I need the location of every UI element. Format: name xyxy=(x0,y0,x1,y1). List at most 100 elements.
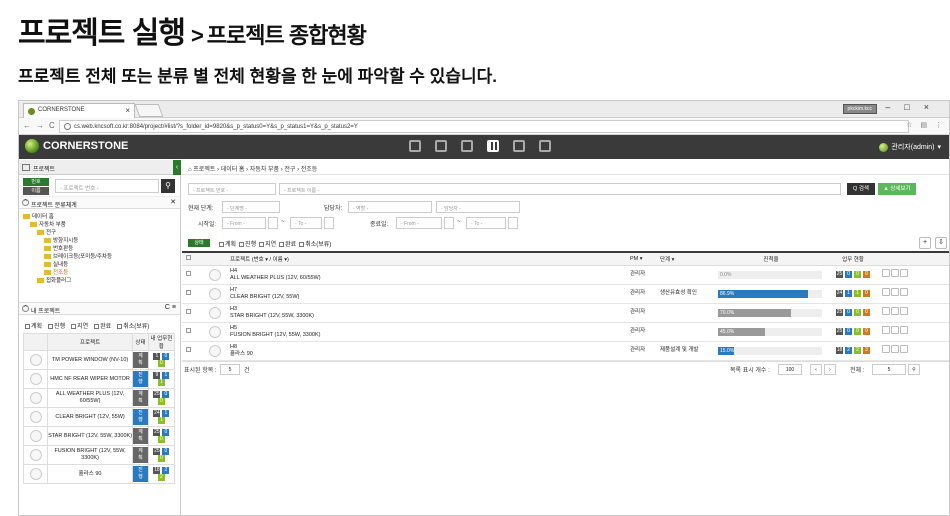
my-project-row[interactable]: TM POWER WINDOW (NV-10) 계획 1 00 xyxy=(23,350,176,370)
work-count[interactable]: 18 xyxy=(153,467,161,474)
manager-input[interactable]: - 담당자 - xyxy=(436,201,520,213)
tree-node[interactable]: 브레이크등(포미등/주차등 xyxy=(23,253,180,261)
tree-node[interactable]: 번호판등 xyxy=(23,245,180,253)
project-number[interactable]: H5 xyxy=(230,325,626,332)
my-project-row[interactable]: 흘라스 90 진행 18 22 xyxy=(23,464,176,484)
folder-icon[interactable] xyxy=(882,269,890,277)
tree-node[interactable]: 전조등 xyxy=(23,269,180,277)
select-all-checkbox[interactable] xyxy=(186,255,191,261)
row-checkbox[interactable] xyxy=(186,270,191,276)
project-name[interactable]: ALL WEATHER PLUS (12V, 60/55W) xyxy=(230,275,626,282)
folder-icon[interactable] xyxy=(882,345,890,353)
table-row[interactable]: H3 STAR BRIGHT (12V, 55W, 3300K) 관리자 70.0% 2… xyxy=(182,303,949,323)
project-number[interactable]: H7 xyxy=(230,287,626,294)
work-count[interactable]: 0 xyxy=(845,328,852,335)
work-count[interactable]: 24 xyxy=(153,410,161,417)
work-count[interactable]: 1 xyxy=(162,410,170,417)
export-button[interactable]: ⇩ xyxy=(935,237,947,249)
work-count[interactable]: 1 xyxy=(162,372,170,379)
stage-input[interactable]: - 단계명 - xyxy=(222,201,280,213)
project-name[interactable]: CLEAR BRIGHT (12V, 55W) xyxy=(230,294,626,301)
page-size-input[interactable]: 100 xyxy=(778,363,802,375)
search-icon[interactable]: ⚲ xyxy=(161,179,175,193)
work-count[interactable]: 0 xyxy=(863,328,870,335)
next-page-button[interactable]: › xyxy=(824,363,836,375)
link-icon[interactable] xyxy=(891,307,899,315)
add-button[interactable]: + xyxy=(919,237,931,249)
work-count[interactable]: 2 xyxy=(845,347,852,354)
row-checkbox[interactable] xyxy=(186,346,191,352)
browser-tab[interactable]: CORNERSTONE × xyxy=(23,103,135,118)
end-from-input[interactable]: - From - xyxy=(396,217,442,229)
calendar-icon[interactable] xyxy=(508,217,518,229)
work-count[interactable]: 0 xyxy=(845,271,852,278)
work-count[interactable]: 18 xyxy=(836,347,843,354)
my-project-row[interactable]: ALL WEATHER PLUS (12V, 60/55W) 계획 25 00 xyxy=(23,388,176,408)
project-grid-icon[interactable] xyxy=(487,140,499,152)
project-name[interactable]: STAR BRIGHT (12V, 55W, 3300K) xyxy=(230,313,626,320)
checkbox-icon[interactable] xyxy=(239,241,245,247)
sidebar-search-input[interactable]: - 프로젝트 번호 - xyxy=(55,179,159,193)
table-row[interactable]: H8 흘라스 90 관리자 제품설계 및 개발 15.0% 18 2 2 3 xyxy=(182,341,949,361)
work-count[interactable]: 1 xyxy=(845,290,852,297)
nav-buttons[interactable]: ←→C xyxy=(23,121,60,130)
row-checkbox[interactable] xyxy=(186,289,191,295)
copy-icon[interactable] xyxy=(900,307,908,315)
my-project-name[interactable]: TM POWER WINDOW (NV-10) xyxy=(46,350,134,370)
zoom-icon[interactable]: ⚲ xyxy=(908,363,920,375)
new-tab-button[interactable] xyxy=(134,104,164,117)
project-number[interactable]: H3 xyxy=(230,306,626,313)
sidebar-collapse-button[interactable]: ‹ xyxy=(173,160,181,175)
project-number[interactable]: H4 xyxy=(230,268,626,275)
status-checkbox[interactable]: 완료 xyxy=(94,323,111,330)
gear-icon[interactable] xyxy=(539,140,551,152)
end-to-input[interactable]: - To - xyxy=(466,217,506,229)
status-checkbox[interactable]: 진행 xyxy=(48,323,65,330)
work-count[interactable]: 25 xyxy=(153,391,161,398)
project-number-input[interactable]: - 프로젝트 번호 - xyxy=(188,183,276,195)
table-row[interactable]: H7 CLEAR BRIGHT (12V, 55W) 관리자 생산유효성 확인 86.9… xyxy=(182,284,949,304)
work-count[interactable]: 25 xyxy=(836,309,843,316)
tree-node[interactable]: 접화플러그 xyxy=(23,277,180,285)
work-count[interactable]: 0 xyxy=(157,360,165,367)
calendar-icon[interactable] xyxy=(268,217,278,229)
tree-node[interactable]: 자동차 부품 xyxy=(23,221,180,229)
start-from-input[interactable]: - From - xyxy=(222,217,266,229)
work-count[interactable]: 2 xyxy=(157,474,165,481)
project-name[interactable]: 흘라스 90 xyxy=(230,351,626,358)
project-name-input[interactable]: - 프로젝트 이름 - xyxy=(279,183,841,195)
my-project-name[interactable]: HMC NF REAR WIPER MOTOR xyxy=(46,369,134,389)
my-project-row[interactable]: HMC NF REAR WIPER MOTOR 진행 9 11 xyxy=(23,369,176,389)
status-checkbox[interactable]: 지연 xyxy=(71,323,88,330)
close-icon[interactable]: ✕ xyxy=(170,198,176,206)
my-project-row[interactable]: CLEAR BRIGHT (12V, 55W) 진행 24 11 xyxy=(23,407,176,427)
link-icon[interactable] xyxy=(891,269,899,277)
work-count[interactable]: 0 xyxy=(157,455,165,462)
window-controls[interactable]: –□× xyxy=(885,102,943,112)
work-count[interactable]: 1 xyxy=(157,379,165,386)
work-count[interactable]: 1 xyxy=(854,290,861,297)
collapse-icon[interactable]: ^ xyxy=(22,305,29,312)
checkbox-icon[interactable] xyxy=(259,241,265,247)
folder-icon[interactable] xyxy=(882,326,890,334)
work-count[interactable]: 0 xyxy=(162,353,170,360)
work-count[interactable]: 25 xyxy=(153,448,161,455)
work-count[interactable]: 1 xyxy=(153,353,161,360)
work-count[interactable]: 25 xyxy=(153,429,161,436)
prev-page-button[interactable]: ‹ xyxy=(810,363,822,375)
work-count[interactable]: 3 xyxy=(863,347,870,354)
work-count[interactable]: 0 xyxy=(157,436,165,443)
my-project-name[interactable]: STAR BRIGHT (12V, 55W, 3300K) xyxy=(46,426,134,446)
my-project-name[interactable]: CLEAR BRIGHT (12V, 55W) xyxy=(46,407,134,427)
row-checkbox[interactable] xyxy=(186,327,191,333)
folder-icon[interactable] xyxy=(882,307,890,315)
project-number[interactable]: H8 xyxy=(230,344,626,351)
work-count[interactable]: 9 xyxy=(153,372,161,379)
dashboard-icon[interactable] xyxy=(409,140,421,152)
start-to-input[interactable]: - To - xyxy=(290,217,322,229)
my-project-row[interactable]: STAR BRIGHT (12V, 55W, 3300K) 계획 25 00 xyxy=(23,426,176,446)
checkbox-icon[interactable] xyxy=(219,241,224,247)
work-count[interactable]: 0 xyxy=(162,429,170,436)
my-project-name[interactable]: 흘라스 90 xyxy=(46,464,134,484)
work-count[interactable]: 0 xyxy=(863,290,870,297)
